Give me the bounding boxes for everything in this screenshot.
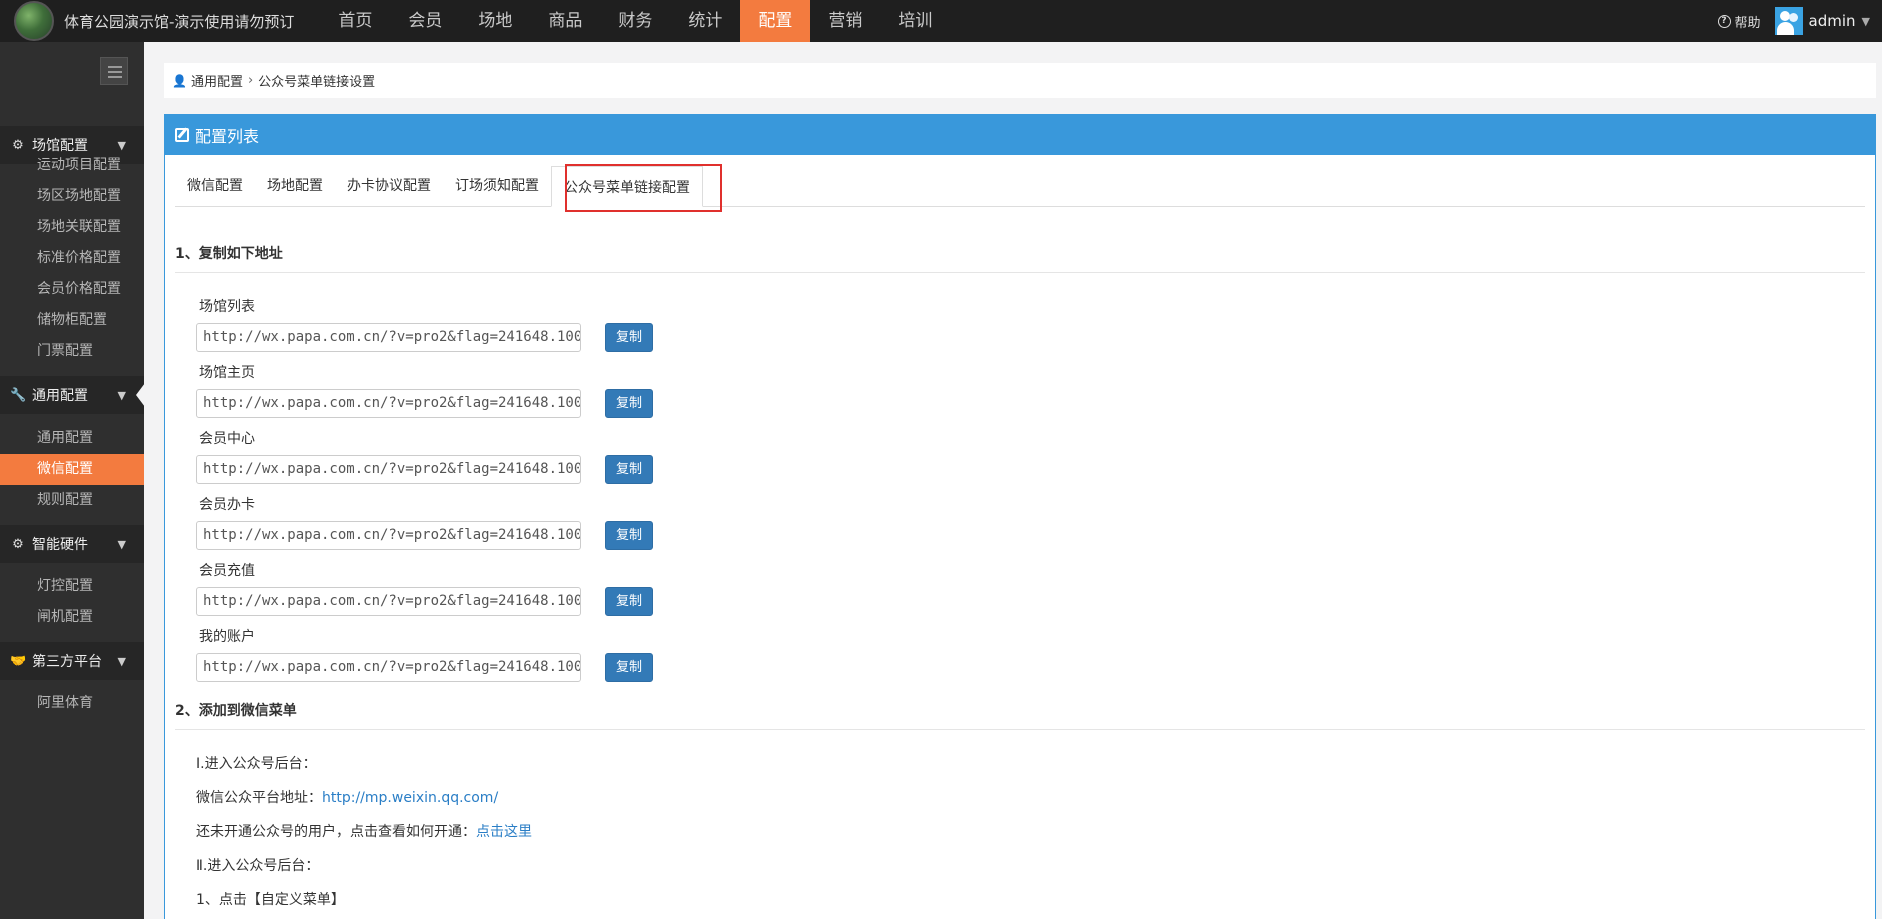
step-enter-backend-2: Ⅱ.进入公众号后台：: [196, 858, 320, 874]
link-label: 场馆列表: [199, 299, 255, 315]
step-how-to-open: 还未开通公众号的用户，点击查看如何开通：点击这里: [196, 821, 532, 841]
nav-members[interactable]: 会员: [390, 0, 460, 42]
chevron-down-icon: ▼: [117, 654, 126, 668]
brand-name: 体育公园演示馆-演示使用请勿预订: [64, 12, 295, 31]
top-right-area: ? 帮助 admin ▼: [1717, 0, 1882, 42]
edit-icon: [175, 128, 189, 142]
chevron-right-icon: ›: [247, 73, 254, 88]
breadcrumb-current: 公众号菜单链接设置: [258, 75, 376, 90]
wrench-icon: 🔧: [10, 387, 27, 403]
brand-logo[interactable]: [14, 1, 54, 41]
copy-button[interactable]: 复制: [605, 653, 653, 682]
link-url-input[interactable]: http://wx.papa.com.cn/?v=pro2&flag=24164…: [196, 389, 581, 418]
sidebar-item-courts[interactable]: 场区场地配置: [0, 181, 144, 212]
sidebar-item-lockers[interactable]: 储物柜配置: [0, 305, 144, 336]
nav-marketing[interactable]: 营销: [810, 0, 880, 42]
link-label: 会员中心: [199, 431, 255, 447]
link-label: 会员充值: [199, 563, 255, 579]
tab-card-agreement[interactable]: 办卡协议配置: [335, 166, 443, 206]
sidebar-group-label: 通用配置: [32, 388, 88, 404]
copy-button[interactable]: 复制: [605, 389, 653, 418]
question-icon: ?: [1717, 14, 1731, 28]
sidebar-item-tickets[interactable]: 门票配置: [0, 336, 144, 367]
nav-statistics[interactable]: 统计: [670, 0, 740, 42]
link-label: 我的账户: [199, 629, 255, 645]
chevron-down-icon: ▼: [117, 388, 126, 402]
sidebar-group-smart-hardware[interactable]: ⚙ 智能硬件 ▼: [0, 525, 144, 563]
nav-home[interactable]: 首页: [320, 0, 390, 42]
user-avatar[interactable]: [1774, 7, 1803, 35]
nav-finance[interactable]: 财务: [600, 0, 670, 42]
sidebar-item-general[interactable]: 通用配置: [0, 423, 144, 454]
step-custom-menu: 1、点击【自定义菜单】: [196, 892, 345, 908]
section-copy-addresses: 1、复制如下地址: [175, 243, 1865, 273]
link-url-input[interactable]: http://wx.papa.com.cn/?v=pro2&flag=24164…: [196, 587, 581, 616]
nav-goods[interactable]: 商品: [530, 0, 600, 42]
link-label: 会员办卡: [199, 497, 255, 513]
link-label: 场馆主页: [199, 365, 255, 381]
top-nav: 首页 会员 场地 商品 财务 统计 配置 营销 培训: [320, 0, 950, 42]
sidebar-item-court-links[interactable]: 场地关联配置: [0, 212, 144, 243]
sidebar: ⚙ 场馆配置 ▼ 运动项目配置 场区场地配置 场地关联配置 标准价格配置 会员价…: [0, 42, 145, 919]
config-panel: 配置列表 微信配置 场地配置 办卡协议配置 订场须知配置 公众号菜单链接配置 1…: [164, 114, 1876, 919]
copy-button[interactable]: 复制: [605, 587, 653, 616]
handshake-icon: 🤝: [10, 653, 27, 669]
link-url-input[interactable]: http://wx.papa.com.cn/?v=pro2&flag=24164…: [196, 653, 581, 682]
link-url-input[interactable]: http://wx.papa.com.cn/?v=pro2&flag=24164…: [196, 323, 581, 352]
step-text: 还未开通公众号的用户，点击查看如何开通：: [196, 824, 476, 840]
config-tabs: 微信配置 场地配置 办卡协议配置 订场须知配置 公众号菜单链接配置: [175, 166, 1865, 207]
active-group-indicator: [136, 383, 145, 407]
tab-wechat-config[interactable]: 微信配置: [175, 166, 255, 206]
copy-button[interactable]: 复制: [605, 323, 653, 352]
click-here-link[interactable]: 点击这里: [476, 824, 532, 840]
sidebar-item-sport-items[interactable]: 运动项目配置: [0, 150, 144, 181]
sidebar-item-light-control[interactable]: 灯控配置: [0, 571, 144, 602]
panel-title: 配置列表: [195, 127, 260, 146]
tab-booking-notice[interactable]: 订场须知配置: [443, 166, 551, 206]
user-name[interactable]: admin: [1809, 12, 1856, 30]
panel-header: 配置列表: [165, 115, 1875, 155]
nav-training[interactable]: 培训: [880, 0, 950, 42]
sidebar-item-member-price[interactable]: 会员价格配置: [0, 274, 144, 305]
sidebar-item-standard-price[interactable]: 标准价格配置: [0, 243, 144, 274]
breadcrumb: 👤 通用配置 › 公众号菜单链接设置: [164, 63, 1876, 98]
step-platform-address: 微信公众平台地址：http://mp.weixin.qq.com/: [196, 787, 498, 807]
gear-icon: ⚙: [12, 536, 24, 552]
sidebar-item-gates[interactable]: 闸机配置: [0, 602, 144, 633]
copy-button[interactable]: 复制: [605, 455, 653, 484]
user-icon: 👤: [172, 73, 187, 88]
sidebar-group-third-party[interactable]: 🤝 第三方平台 ▼: [0, 642, 144, 680]
tab-venue-config[interactable]: 场地配置: [255, 166, 335, 206]
section-add-to-menu: 2、添加到微信菜单: [175, 700, 1865, 730]
sidebar-group-general-config[interactable]: 🔧 通用配置 ▼: [0, 376, 144, 414]
sidebar-toggle-button[interactable]: [100, 57, 128, 85]
step-text: 微信公众平台地址：: [196, 790, 322, 806]
breadcrumb-parent[interactable]: 通用配置: [191, 71, 243, 90]
help-label: 帮助: [1734, 15, 1761, 31]
chevron-down-icon: ▼: [117, 537, 126, 551]
sidebar-item-ali-sports[interactable]: 阿里体育: [0, 688, 144, 719]
wechat-platform-link[interactable]: http://mp.weixin.qq.com/: [322, 790, 498, 806]
sidebar-item-wechat[interactable]: 微信配置: [0, 454, 144, 485]
step-enter-backend: Ⅰ.进入公众号后台：: [196, 756, 317, 772]
top-navbar: 体育公园演示馆-演示使用请勿预订 首页 会员 场地 商品 财务 统计 配置 营销…: [0, 0, 1882, 42]
sidebar-group-label: 智能硬件: [32, 537, 88, 553]
sidebar-item-rules[interactable]: 规则配置: [0, 485, 144, 516]
nav-venues[interactable]: 场地: [460, 0, 530, 42]
copy-button[interactable]: 复制: [605, 521, 653, 550]
sidebar-group-label: 第三方平台: [32, 654, 102, 670]
chevron-down-icon[interactable]: ▼: [1862, 15, 1870, 28]
help-link[interactable]: ? 帮助: [1717, 12, 1761, 31]
link-url-input[interactable]: http://wx.papa.com.cn/?v=pro2&flag=24164…: [196, 521, 581, 550]
link-url-input[interactable]: http://wx.papa.com.cn/?v=pro2&flag=24164…: [196, 455, 581, 484]
nav-config[interactable]: 配置: [740, 0, 811, 42]
tab-menu-links[interactable]: 公众号菜单链接配置: [551, 166, 703, 207]
